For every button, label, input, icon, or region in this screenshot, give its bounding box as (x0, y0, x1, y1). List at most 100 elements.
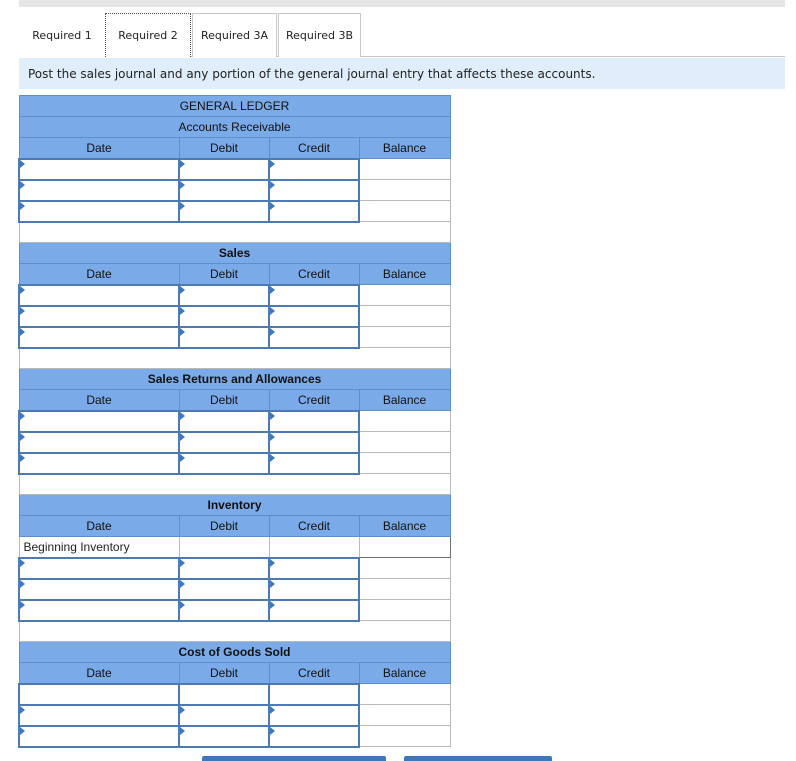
credit-input[interactable] (270, 600, 358, 620)
date-input[interactable] (20, 180, 178, 200)
beginning-balance-input[interactable] (359, 537, 450, 557)
beginning-balance-input-cell[interactable] (358, 536, 451, 558)
date-input-cell[interactable] (18, 199, 180, 223)
date-input[interactable] (20, 600, 178, 620)
debit-input-cell[interactable] (178, 556, 270, 580)
debit-input[interactable] (180, 411, 268, 431)
credit-input[interactable] (270, 705, 358, 725)
credit-input-cell[interactable] (268, 598, 360, 622)
credit-input[interactable] (270, 453, 358, 473)
date-input-cell[interactable] (18, 724, 180, 748)
debit-input[interactable] (180, 705, 268, 725)
credit-input[interactable] (270, 201, 358, 221)
debit-input-cell[interactable] (178, 304, 270, 328)
date-input[interactable] (20, 285, 178, 305)
credit-input[interactable] (270, 306, 358, 326)
previous-button[interactable] (202, 756, 386, 761)
date-input-cell[interactable] (18, 703, 180, 727)
credit-input[interactable] (270, 180, 358, 200)
credit-input-cell[interactable] (268, 577, 360, 601)
debit-input-cell[interactable] (178, 283, 270, 307)
debit-input-cell[interactable] (178, 682, 270, 706)
debit-input[interactable] (180, 579, 268, 599)
credit-input-cell[interactable] (268, 409, 360, 433)
date-input[interactable] (20, 558, 178, 578)
debit-input-cell[interactable] (178, 430, 270, 454)
debit-input[interactable] (180, 453, 268, 473)
debit-input[interactable] (180, 726, 268, 746)
date-input[interactable] (20, 327, 178, 347)
credit-input-cell[interactable] (268, 451, 360, 475)
date-input-cell[interactable] (18, 556, 180, 580)
debit-input[interactable] (180, 432, 268, 452)
debit-input[interactable] (180, 201, 268, 221)
credit-input-cell[interactable] (268, 682, 360, 706)
credit-input-cell[interactable] (268, 304, 360, 328)
debit-input-cell[interactable] (178, 157, 270, 181)
date-input-cell[interactable] (18, 682, 180, 706)
debit-input-cell[interactable] (178, 178, 270, 202)
tab-required-1[interactable]: Required 1 (19, 13, 105, 57)
debit-input[interactable] (180, 684, 268, 704)
debit-input[interactable] (180, 285, 268, 305)
debit-input-cell[interactable] (178, 703, 270, 727)
credit-input-cell[interactable] (268, 703, 360, 727)
date-input[interactable] (20, 159, 178, 179)
debit-input[interactable] (180, 558, 268, 578)
date-input[interactable] (20, 432, 178, 452)
credit-input[interactable] (270, 411, 358, 431)
credit-input-cell[interactable] (268, 178, 360, 202)
debit-input[interactable] (180, 600, 268, 620)
debit-input[interactable] (180, 306, 268, 326)
debit-input[interactable] (180, 327, 268, 347)
date-input[interactable] (20, 201, 178, 221)
credit-input[interactable] (270, 558, 358, 578)
debit-input-cell[interactable] (178, 724, 270, 748)
date-input-cell[interactable] (18, 283, 180, 307)
credit-input-cell[interactable] (268, 724, 360, 748)
date-input-cell[interactable] (18, 409, 180, 433)
credit-input-cell[interactable] (268, 556, 360, 580)
date-input[interactable] (20, 579, 178, 599)
date-input[interactable] (20, 453, 178, 473)
tab-required-2[interactable]: Required 2 (105, 13, 191, 57)
date-input[interactable] (20, 684, 178, 704)
date-input-cell[interactable] (18, 577, 180, 601)
credit-input-cell[interactable] (268, 199, 360, 223)
spacer-row (18, 221, 451, 243)
tab-required-3b[interactable]: Required 3B (278, 13, 361, 57)
credit-input[interactable] (270, 327, 358, 347)
credit-input[interactable] (270, 285, 358, 305)
credit-input[interactable] (270, 684, 358, 704)
debit-input-cell[interactable] (178, 409, 270, 433)
date-input-cell[interactable] (18, 451, 180, 475)
date-input-cell[interactable] (18, 598, 180, 622)
credit-input[interactable] (270, 579, 358, 599)
ledger-table: GENERAL LEDGER Accounts Receivable Date … (18, 95, 451, 748)
credit-input[interactable] (270, 432, 358, 452)
debit-input-cell[interactable] (178, 199, 270, 223)
date-input-cell[interactable] (18, 157, 180, 181)
credit-input[interactable] (270, 159, 358, 179)
credit-input-cell[interactable] (268, 283, 360, 307)
date-input-cell[interactable] (18, 178, 180, 202)
credit-input[interactable] (270, 726, 358, 746)
date-input[interactable] (20, 306, 178, 326)
credit-input-cell[interactable] (268, 157, 360, 181)
next-button[interactable] (404, 756, 552, 761)
credit-input-cell[interactable] (268, 325, 360, 349)
date-input[interactable] (20, 411, 178, 431)
date-input-cell[interactable] (18, 430, 180, 454)
debit-input-cell[interactable] (178, 598, 270, 622)
date-input[interactable] (20, 726, 178, 746)
credit-input-cell[interactable] (268, 430, 360, 454)
debit-input-cell[interactable] (178, 451, 270, 475)
debit-input-cell[interactable] (178, 325, 270, 349)
debit-input-cell[interactable] (178, 577, 270, 601)
date-input-cell[interactable] (18, 325, 180, 349)
tab-required-3a[interactable]: Required 3A (192, 13, 277, 57)
date-input-cell[interactable] (18, 304, 180, 328)
date-input[interactable] (20, 705, 178, 725)
debit-input[interactable] (180, 159, 268, 179)
debit-input[interactable] (180, 180, 268, 200)
